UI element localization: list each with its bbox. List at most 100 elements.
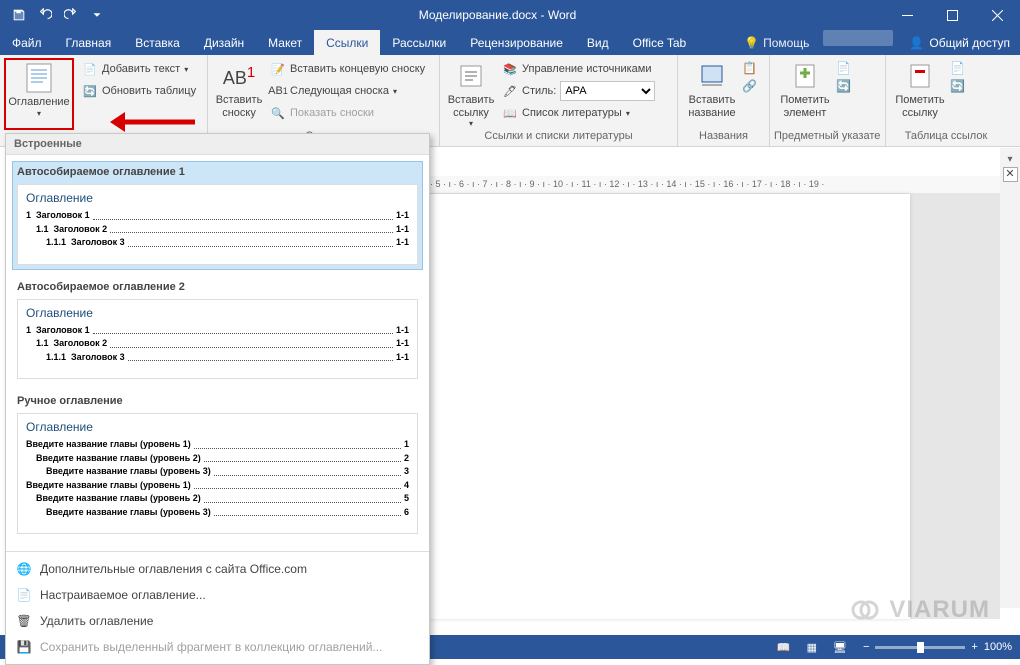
document-area bbox=[430, 194, 1000, 619]
insert-footnote-label: Вставить сноску bbox=[216, 94, 263, 119]
qat-more-icon[interactable] bbox=[84, 2, 110, 28]
toc-remove[interactable]: 🗑Удалить оглавление bbox=[6, 608, 429, 634]
maximize-button[interactable] bbox=[930, 0, 975, 30]
insert-footnote-button[interactable]: AB1 Вставить сноску bbox=[212, 58, 266, 130]
next-footnote-icon: AB1 bbox=[270, 83, 286, 99]
office-icon: 🌐 bbox=[16, 561, 32, 577]
close-pane-button[interactable]: ✕ bbox=[1003, 167, 1018, 182]
zoom-out-icon[interactable]: − bbox=[863, 641, 869, 653]
toc-auto2-title: Автособираемое оглавление 2 bbox=[13, 277, 422, 299]
account-name bbox=[823, 30, 893, 46]
toc-more-office[interactable]: 🌐Дополнительные оглавления с сайта Offic… bbox=[6, 556, 429, 582]
update-toa-icon: 🔄 bbox=[950, 79, 965, 93]
mark-citation-button[interactable]: Пометить ссылку bbox=[890, 58, 950, 130]
style-icon: 🖊 bbox=[502, 83, 518, 99]
insert-toa-icon[interactable]: 📄 bbox=[950, 61, 965, 75]
next-footnote-button[interactable]: AB1Следующая сноска▾ bbox=[266, 80, 429, 102]
document-page[interactable] bbox=[430, 194, 910, 619]
ruler-toggle-icon[interactable]: ▾ bbox=[1007, 154, 1012, 165]
mark-entry-icon bbox=[789, 60, 821, 92]
tab-file[interactable]: Файл bbox=[0, 30, 54, 55]
horizontal-ruler[interactable]: · 5 · ı · 6 · ı · 7 · ı · 8 · ı · 9 · ı … bbox=[430, 176, 1000, 194]
toc-gallery-auto1[interactable]: Автособираемое оглавление 1 Оглавление 1… bbox=[12, 161, 423, 270]
undo-icon[interactable] bbox=[32, 2, 58, 28]
view-print-icon[interactable]: ▦ bbox=[807, 641, 817, 654]
share-label: Общий доступ bbox=[929, 36, 1010, 50]
mark-entry-button[interactable]: Пометить элемент bbox=[774, 58, 836, 130]
toc-auto1-title: Автособираемое оглавление 1 bbox=[13, 162, 422, 184]
add-text-icon: 📄 bbox=[82, 61, 98, 77]
tab-layout[interactable]: Макет bbox=[256, 30, 314, 55]
citation-style-row: 🖊Стиль: APA bbox=[498, 80, 659, 102]
toc-button[interactable]: Оглавление ▾ bbox=[4, 58, 74, 130]
citation-icon bbox=[455, 60, 487, 92]
zoom-in-icon[interactable]: + bbox=[971, 641, 977, 653]
right-sidebar: ▾ ✕ bbox=[1000, 148, 1020, 608]
toc-dropdown-header: Встроенные bbox=[6, 134, 429, 155]
share-button[interactable]: 👤 Общий доступ bbox=[899, 30, 1020, 55]
view-read-icon[interactable]: 📖 bbox=[777, 641, 791, 654]
footnote-icon: AB1 bbox=[223, 60, 255, 92]
tab-review[interactable]: Рецензирование bbox=[458, 30, 575, 55]
captions-group-label: Названия bbox=[682, 130, 765, 146]
watermark: VIARUM bbox=[845, 596, 990, 624]
tab-mailings[interactable]: Рассылки bbox=[380, 30, 458, 55]
insert-endnote-label: Вставить концевую сноску bbox=[290, 63, 425, 75]
tab-insert[interactable]: Вставка bbox=[123, 30, 192, 55]
chevron-down-icon: ▾ bbox=[37, 109, 41, 118]
toa-group-label: Таблица ссылок bbox=[890, 130, 1002, 146]
next-footnote-label: Следующая сноска bbox=[290, 85, 389, 97]
citations-group-label: Ссылки и списки литературы bbox=[444, 130, 673, 146]
update-table-label: Обновить таблицу bbox=[102, 85, 196, 97]
show-notes-icon: 🔍 bbox=[270, 105, 286, 121]
minimize-button[interactable] bbox=[885, 0, 930, 30]
save-icon[interactable] bbox=[6, 2, 32, 28]
redo-icon[interactable] bbox=[58, 2, 84, 28]
insert-index-icon[interactable]: 📄 bbox=[836, 61, 851, 75]
citation-style-select[interactable]: APA bbox=[560, 81, 655, 101]
window-title: Моделирование.docx - Word bbox=[110, 8, 885, 22]
show-notes-button: 🔍Показать сноски bbox=[266, 102, 429, 124]
close-button[interactable] bbox=[975, 0, 1020, 30]
mark-entry-label: Пометить элемент bbox=[778, 94, 832, 119]
mark-citation-label: Пометить ссылку bbox=[894, 94, 946, 119]
insert-endnote-button[interactable]: 📝 Вставить концевую сноску bbox=[266, 58, 429, 80]
zoom-slider[interactable]: − + 100% bbox=[863, 641, 1012, 653]
toc-gallery-manual[interactable]: Ручное оглавление Оглавление Введите наз… bbox=[12, 390, 423, 539]
annotation-arrow bbox=[110, 110, 200, 134]
toc-gallery-auto2[interactable]: Автособираемое оглавление 2 Оглавление 1… bbox=[12, 276, 423, 385]
caption-icon bbox=[696, 60, 728, 92]
remove-toc-icon: 🗑 bbox=[16, 613, 32, 629]
toc-manual-preview: Оглавление Введите название главы (урове… bbox=[17, 413, 418, 534]
mark-citation-icon bbox=[904, 60, 936, 92]
tab-home[interactable]: Главная bbox=[54, 30, 124, 55]
update-index-icon: 🔄 bbox=[836, 79, 851, 93]
bibliography-button[interactable]: 📖Список литературы▾ bbox=[498, 102, 659, 124]
insert-caption-button[interactable]: Вставить название bbox=[682, 58, 742, 130]
manage-sources-button[interactable]: 📚Управление источниками bbox=[498, 58, 659, 80]
save-selection-icon: 💾 bbox=[16, 639, 32, 655]
toc-save-selection: 💾Сохранить выделенный фрагмент в коллекц… bbox=[6, 634, 429, 660]
bibliography-icon: 📖 bbox=[502, 105, 518, 121]
cross-ref-icon[interactable]: 🔗 bbox=[742, 79, 757, 93]
titlebar: Моделирование.docx - Word bbox=[0, 0, 1020, 30]
share-icon: 👤 bbox=[909, 36, 924, 50]
tab-references[interactable]: Ссылки bbox=[314, 30, 380, 55]
tell-me[interactable]: 💡 Помощь bbox=[736, 30, 817, 55]
endnote-icon: 📝 bbox=[270, 61, 286, 77]
update-table-button[interactable]: 🔄 Обновить таблицу bbox=[78, 80, 200, 102]
toc-custom[interactable]: 📄Настраиваемое оглавление... bbox=[6, 582, 429, 608]
caption-list-icon[interactable]: 📋 bbox=[742, 61, 757, 75]
tab-officetab[interactable]: Office Tab bbox=[621, 30, 699, 55]
toc-manual-title: Ручное оглавление bbox=[13, 391, 422, 413]
lightbulb-icon: 💡 bbox=[744, 36, 759, 50]
tell-me-label: Помощь bbox=[763, 36, 809, 50]
insert-citation-button[interactable]: Вставить ссылку▾ bbox=[444, 58, 498, 130]
ribbon-tabs: Файл Главная Вставка Дизайн Макет Ссылки… bbox=[0, 30, 1020, 55]
refresh-icon: 🔄 bbox=[82, 83, 98, 99]
tab-design[interactable]: Дизайн bbox=[192, 30, 256, 55]
tab-view[interactable]: Вид bbox=[575, 30, 621, 55]
view-web-icon[interactable]: 🖥 bbox=[833, 641, 847, 654]
zoom-value[interactable]: 100% bbox=[984, 641, 1012, 653]
add-text-button[interactable]: 📄Добавить текст▾ bbox=[78, 58, 200, 80]
